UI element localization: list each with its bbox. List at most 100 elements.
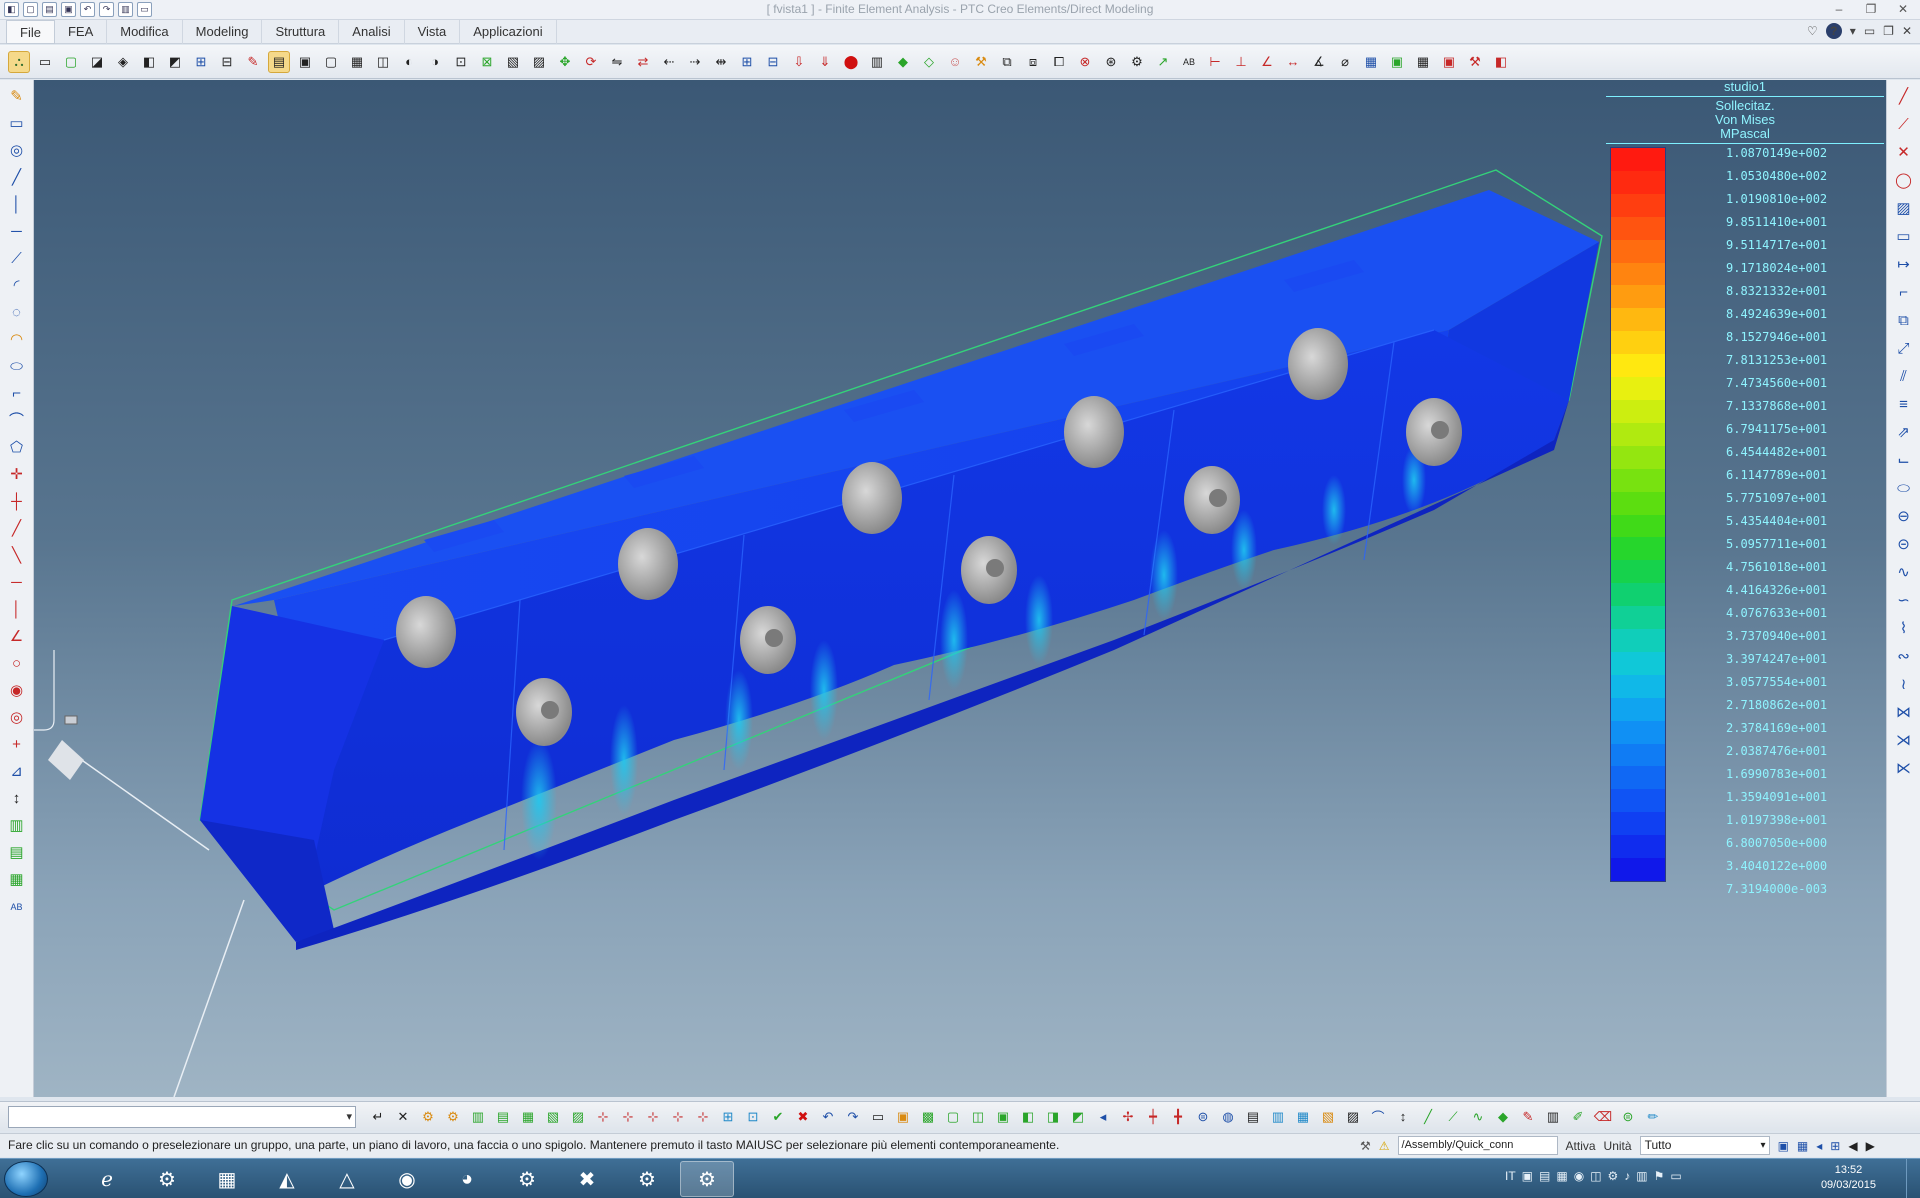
warning-icon[interactable]: ⚠ [1379, 1139, 1390, 1153]
flip-icon[interactable]: ⇋ [606, 51, 628, 73]
plus-red-icon[interactable]: + [6, 734, 28, 756]
show-desktop-button[interactable] [1906, 1159, 1920, 1198]
abc-side-icon[interactable]: AB [6, 896, 28, 918]
duplicate-icon[interactable]: ⧠ [1048, 51, 1070, 73]
section-icon[interactable]: ⊡ [450, 51, 472, 73]
spiral-icon[interactable]: ◌ [6, 302, 28, 324]
box-edit-icon[interactable]: ▭ [1893, 226, 1915, 248]
dimension-icon[interactable]: ⊿ [6, 761, 28, 783]
tray-pdf-icon[interactable]: ▥ [1636, 1169, 1647, 1183]
status-left-icon[interactable]: ◀ [1848, 1139, 1857, 1153]
dim-vertical-icon[interactable]: ⊥ [1230, 51, 1252, 73]
calc-icon[interactable]: ⚒ [970, 51, 992, 73]
slot-edit-icon[interactable]: ⊖ [1893, 506, 1915, 528]
cylinder-icon[interactable]: ⊜ [1192, 1106, 1214, 1128]
line-green-icon[interactable]: ╱ [1417, 1106, 1439, 1128]
ellipse-icon[interactable]: ⬭ [1893, 478, 1915, 500]
dim-distance-icon[interactable]: ↔ [1282, 51, 1304, 73]
internet-explorer-icon[interactable]: ℯ [80, 1161, 134, 1197]
sketch-icon[interactable]: ✎ [6, 86, 28, 108]
assembly-path[interactable]: /Assembly/Quick_conn [1397, 1136, 1558, 1155]
tab-modeling[interactable]: Modeling [183, 20, 263, 44]
hatch-icon[interactable]: ▨ [1893, 198, 1915, 220]
status-right-icon[interactable]: ▶ [1866, 1139, 1875, 1153]
tray-flag-icon[interactable]: ⚑ [1654, 1169, 1665, 1183]
box-view-icon[interactable]: ▣ [294, 51, 316, 73]
mirror-icon[interactable]: ⤢ [1893, 338, 1915, 360]
book-3-icon[interactable]: ▦ [6, 869, 28, 891]
spline-6-icon[interactable]: ⋈ [1893, 702, 1915, 724]
split-icon[interactable]: ⟋ [1893, 114, 1915, 136]
box-green-icon[interactable]: ▣ [1386, 51, 1408, 73]
trim-icon[interactable]: ╱ [1893, 86, 1915, 108]
spline-3-icon[interactable]: ⌇ [1893, 618, 1915, 640]
offset-icon[interactable]: ⧉ [1893, 310, 1915, 332]
polygon-icon[interactable]: ⬠ [6, 437, 28, 459]
stack-2-icon[interactable]: ▥ [1267, 1106, 1289, 1128]
arc-orange-icon[interactable]: ◠ [6, 329, 28, 351]
tray-chart-icon[interactable]: ▦ [1556, 1169, 1567, 1183]
spline-2-icon[interactable]: ∽ [1893, 590, 1915, 612]
clock[interactable]: 13:52 09/03/2015 [1821, 1163, 1876, 1193]
render-icon[interactable]: ◈ [112, 51, 134, 73]
box-sel-2-icon[interactable]: ◫ [967, 1106, 989, 1128]
select-red-5-icon[interactable]: ⊹ [692, 1106, 714, 1128]
stack-4-icon[interactable]: ▧ [1317, 1106, 1339, 1128]
doc-restore-icon[interactable]: ❐ [1883, 24, 1894, 38]
select-red-4-icon[interactable]: ⊹ [667, 1106, 689, 1128]
sphere-view-icon[interactable]: ◍ [1217, 1106, 1239, 1128]
axis-3-icon[interactable]: ╋ [1167, 1106, 1189, 1128]
diagonal-icon[interactable]: ╱ [6, 518, 28, 540]
tree-icon[interactable]: ⊞ [190, 51, 212, 73]
part-sel-2-icon[interactable]: ◨ [1042, 1106, 1064, 1128]
settings-gear-icon[interactable]: ⚙ [140, 1161, 194, 1197]
polyline-icon[interactable]: ⟋ [6, 248, 28, 270]
diamond-icon[interactable]: ◆ [1492, 1106, 1514, 1128]
command-input[interactable] [8, 1105, 356, 1128]
point-icon[interactable]: ✛ [6, 464, 28, 486]
book-icon[interactable]: ▥ [6, 815, 28, 837]
material-icon[interactable]: ◆ [892, 51, 914, 73]
spline-8-icon[interactable]: ⋉ [1893, 758, 1915, 780]
autodesk-icon[interactable]: ◭ [260, 1161, 314, 1197]
dim-angle-icon[interactable]: ∠ [1256, 51, 1278, 73]
align-icon[interactable]: ⇹ [710, 51, 732, 73]
tab-fea[interactable]: FEA [55, 20, 108, 44]
calculator-icon[interactable]: ▦ [1360, 51, 1382, 73]
tray-folder-icon[interactable]: ▤ [1539, 1169, 1550, 1183]
box-sel-3-icon[interactable]: ▣ [992, 1106, 1014, 1128]
status-view-2-icon[interactable]: ▦ [1797, 1139, 1808, 1153]
corner-edit-icon[interactable]: ⌙ [1893, 450, 1915, 472]
box-top-icon[interactable]: ◫ [372, 51, 394, 73]
chrome-icon[interactable]: ◕ [440, 1161, 494, 1197]
spline-7-icon[interactable]: ⋊ [1893, 730, 1915, 752]
abort-icon[interactable]: ✖ [792, 1106, 814, 1128]
language-indicator[interactable]: IT [1505, 1169, 1516, 1183]
book-green-icon[interactable]: ▥ [467, 1106, 489, 1128]
tab-vista[interactable]: Vista [405, 20, 461, 44]
tray-volume-icon[interactable]: ♪ [1624, 1169, 1630, 1183]
pen-icon[interactable]: ✐ [1567, 1106, 1589, 1128]
stack-5-icon[interactable]: ▨ [1342, 1106, 1364, 1128]
tool-icon[interactable]: ⚙ [1126, 51, 1148, 73]
spline-4-icon[interactable]: ∾ [1893, 646, 1915, 668]
sphere-icon[interactable]: ◐ [398, 51, 420, 73]
dim-horizontal-icon[interactable]: ⊢ [1204, 51, 1226, 73]
select-red-2-icon[interactable]: ⊹ [617, 1106, 639, 1128]
people-icon[interactable]: ☺ [944, 51, 966, 73]
help-icon[interactable]: ? [1825, 23, 1842, 39]
abc-icon[interactable]: AB [1178, 51, 1200, 73]
stack-3-icon[interactable]: ▦ [1292, 1106, 1314, 1128]
close-icon[interactable]: ✕ [1892, 1, 1914, 17]
circle-center-icon[interactable]: ◉ [6, 680, 28, 702]
shade-icon[interactable]: ◑ [424, 51, 446, 73]
tray-battery-icon[interactable]: ▭ [1670, 1169, 1681, 1183]
tray-gear-icon[interactable]: ⚙ [1608, 1169, 1619, 1183]
arrow-left-icon[interactable]: ⇠ [658, 51, 680, 73]
select-red-3-icon[interactable]: ⊹ [642, 1106, 664, 1128]
box-red-icon[interactable]: ▣ [1438, 51, 1460, 73]
move-icon[interactable]: ⇄ [632, 51, 654, 73]
mesh-icon[interactable]: ⊞ [736, 51, 758, 73]
view-box-icon[interactable]: ◪ [86, 51, 108, 73]
gear-assy-icon[interactable]: ⚙ [442, 1106, 464, 1128]
